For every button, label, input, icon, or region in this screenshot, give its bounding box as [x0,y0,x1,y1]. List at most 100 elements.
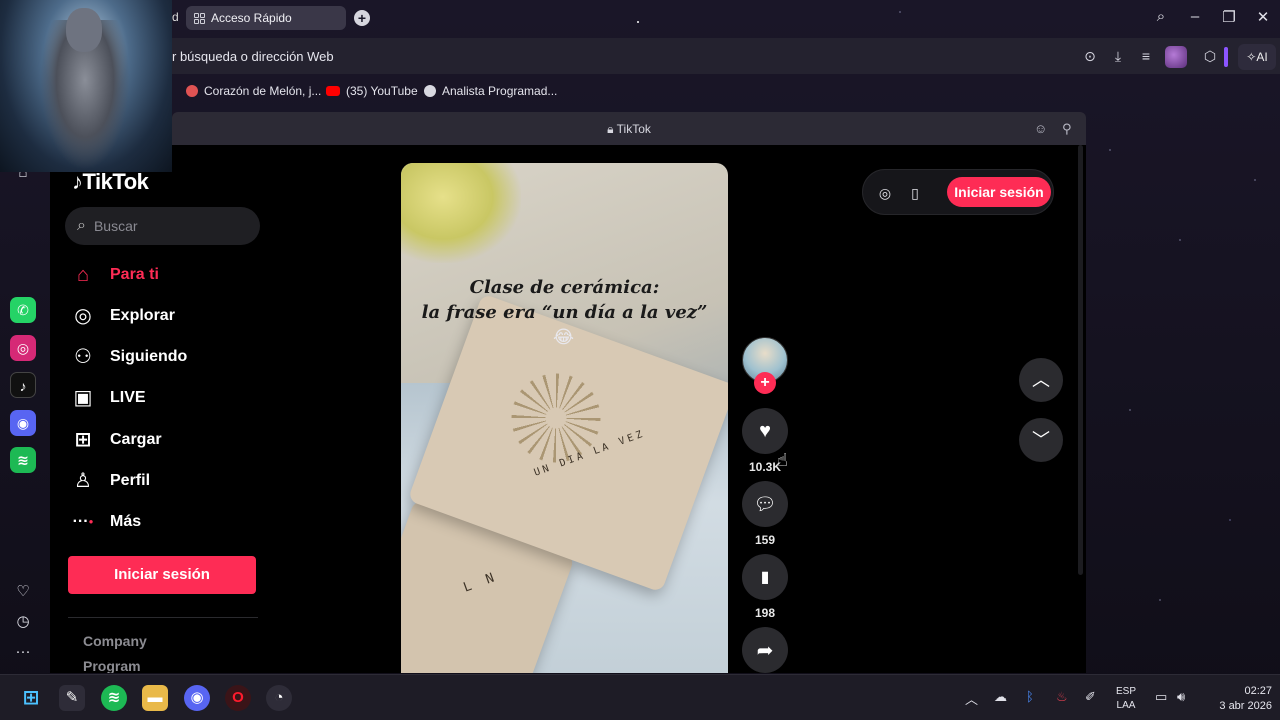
previous-video-button[interactable]: ︿ [1019,358,1063,402]
tab-acceso-rapido[interactable]: Acceso Rápido [186,6,346,30]
video-yellow-cloth [401,163,521,263]
tiktok-app-icon[interactable]: ♪ [10,372,36,398]
download-icon[interactable]: ⤓ [1108,46,1128,66]
tab-label: Acceso Rápido [211,11,292,25]
address-bar-row: r búsqueda o dirección Web ⊙ ⤓ ≡ ⬡ [0,38,1280,74]
onedrive-icon[interactable]: ☁ [994,689,1007,705]
spotify-icon[interactable]: ≋ [10,447,36,473]
history-clock-icon[interactable]: ◷ [12,611,34,633]
extensions-cube-icon[interactable]: ⬡ [1200,46,1220,66]
search-input[interactable] [93,218,234,234]
webcam-overlay-image [0,0,172,172]
discord-icon[interactable]: ◉ [10,410,36,436]
speed-dial-icon [194,12,205,24]
pin-icon[interactable]: ⚲ [1062,121,1072,137]
comment-button[interactable]: 💬︎ [742,481,788,527]
bookmark-label: Analista Programad... [442,84,558,98]
nav-label: Explorar [110,307,175,324]
save-button[interactable]: ▮ [742,554,788,600]
bookmark-analista[interactable]: Analista Programad... [424,84,557,98]
whatsapp-icon[interactable]: ✆ [10,297,36,323]
tiktok-page: ♪TikTok ⌕ ⌂ Para ti ◎ Explorar ⚇ Siguien… [50,145,1086,673]
search-icon: ⌕ [77,217,86,234]
popup-title: 🔒︎ TikTok [172,122,1086,137]
search-tabs-icon[interactable]: ⌕ [1151,8,1171,25]
youtube-icon [326,86,340,96]
tray-expand-icon[interactable]: ︿ [965,689,978,708]
profile-avatar[interactable] [1165,46,1187,68]
top-login-button[interactable]: Iniciar sesión [947,177,1051,207]
tab-partial-label[interactable]: d [172,10,179,24]
nav-siguiendo[interactable]: ⚇ Siguiendo [70,342,187,372]
instagram-icon[interactable]: ◎ [10,335,36,361]
instituto-icon [424,85,436,97]
tiktok-note-icon: ♪ [72,169,83,194]
top-right-toolbar: ◎ ▯ Iniciar sesión [862,169,1054,215]
layout-code: LAA [1116,700,1136,711]
spotify-taskbar-icon[interactable]: ≋ [101,685,127,711]
mobile-icon[interactable]: ▯ [905,183,925,203]
next-video-button[interactable]: ﹀ [1019,418,1063,462]
pen-icon[interactable]: ✐ [1085,689,1096,705]
bookmark-label: Corazón de Melón, j... [204,84,322,98]
network-icon[interactable]: ▭ [1155,689,1167,705]
footer-program-link[interactable]: Program [83,658,141,673]
upload-plus-icon: ⊞ [74,429,92,451]
save-count: 198 [754,606,776,620]
opera-gx-icon[interactable]: O [225,685,251,711]
nav-live[interactable]: ▣ LIVE [70,383,146,413]
comment-count: 159 [754,533,776,547]
app-tray-icon[interactable]: ♨ [1056,689,1068,705]
nav-perfil[interactable]: ♙ Perfil [70,466,150,496]
volume-icon[interactable]: 🔊︎ [1177,689,1185,705]
address-input[interactable]: r búsqueda o dirección Web [172,49,334,64]
discord-taskbar-icon[interactable]: ◉ [184,685,210,711]
nav-para-ti[interactable]: ⌂ Para ti [70,260,159,290]
windows-start-icon[interactable]: ⊞ [18,685,44,711]
more-dots-icon: ···● [72,513,94,530]
chat-app-icon[interactable]: ✎ [59,685,85,711]
restore-button[interactable]: ❐ [1219,8,1239,26]
tiktok-logo[interactable]: ♪TikTok [72,169,149,195]
page-scrollbar[interactable] [1078,145,1083,575]
recorder-app-icon[interactable]: ◔ [266,685,292,711]
bookmark-youtube[interactable]: (35) YouTube [326,84,418,98]
search-box: ⌕ [65,207,260,245]
opera-sidebar: ⌂ ✆ ◎ ♪ ◉ ≋ ♡ ◷ ··· [0,106,46,672]
video-caption: Clase de cerámica: la frase era “un día … [401,275,728,325]
accent-indicator [1224,47,1228,67]
file-explorer-icon[interactable]: ▬ [142,685,168,711]
footer-company-link[interactable]: Company [83,633,147,649]
easy-setup-icon[interactable]: ≡ [1136,46,1156,66]
more-icon[interactable]: ··· [12,641,34,663]
ai-button[interactable]: ✧AI [1238,44,1276,70]
camera-icon[interactable]: ⊙ [1080,46,1100,66]
new-tab-button[interactable]: + [354,10,370,26]
nav-label: Cargar [110,431,162,448]
caption-line-1: Clase de cerámica: [469,277,660,298]
language-indicator[interactable]: ESP LAA [1116,685,1136,713]
follow-plus-button[interactable]: + [754,372,776,394]
laugh-emoji: 😂 [553,327,575,347]
nav-mas[interactable]: ···● Más [70,507,142,537]
close-window-button[interactable]: ✕ [1253,8,1273,26]
video-player[interactable]: UN DIA LA VEZ L N Clase de cerámica: la … [401,163,728,673]
home-icon: ⌂ [76,264,90,286]
nav-cargar[interactable]: ⊞ Cargar [70,425,162,455]
tiktok-circle-icon[interactable]: ◎ [875,183,895,203]
heart-icon[interactable]: ♡ [12,581,34,603]
sidebar-login-button[interactable]: Iniciar sesión [68,556,256,594]
share-button[interactable]: ➦ [742,627,788,673]
caption-line-2: la frase era “un día a la vez” [421,302,708,323]
like-button[interactable]: ♥ [742,408,788,454]
emoji-icon[interactable]: ☺ [1034,121,1047,136]
system-clock[interactable]: 02:27 3 abr 2026 [1200,684,1272,714]
nav-explorar[interactable]: ◎ Explorar [70,301,175,331]
ai-label: AI [1256,50,1268,64]
minimize-button[interactable]: – [1185,8,1205,25]
share-arrow-icon: ➦ [756,639,774,662]
bookmark-corazon[interactable]: Corazón de Melón, j... [186,84,321,98]
clock-date: 3 abr 2026 [1219,700,1272,712]
bluetooth-icon[interactable]: ᛒ [1026,689,1034,704]
clock-time: 02:27 [1244,685,1272,697]
